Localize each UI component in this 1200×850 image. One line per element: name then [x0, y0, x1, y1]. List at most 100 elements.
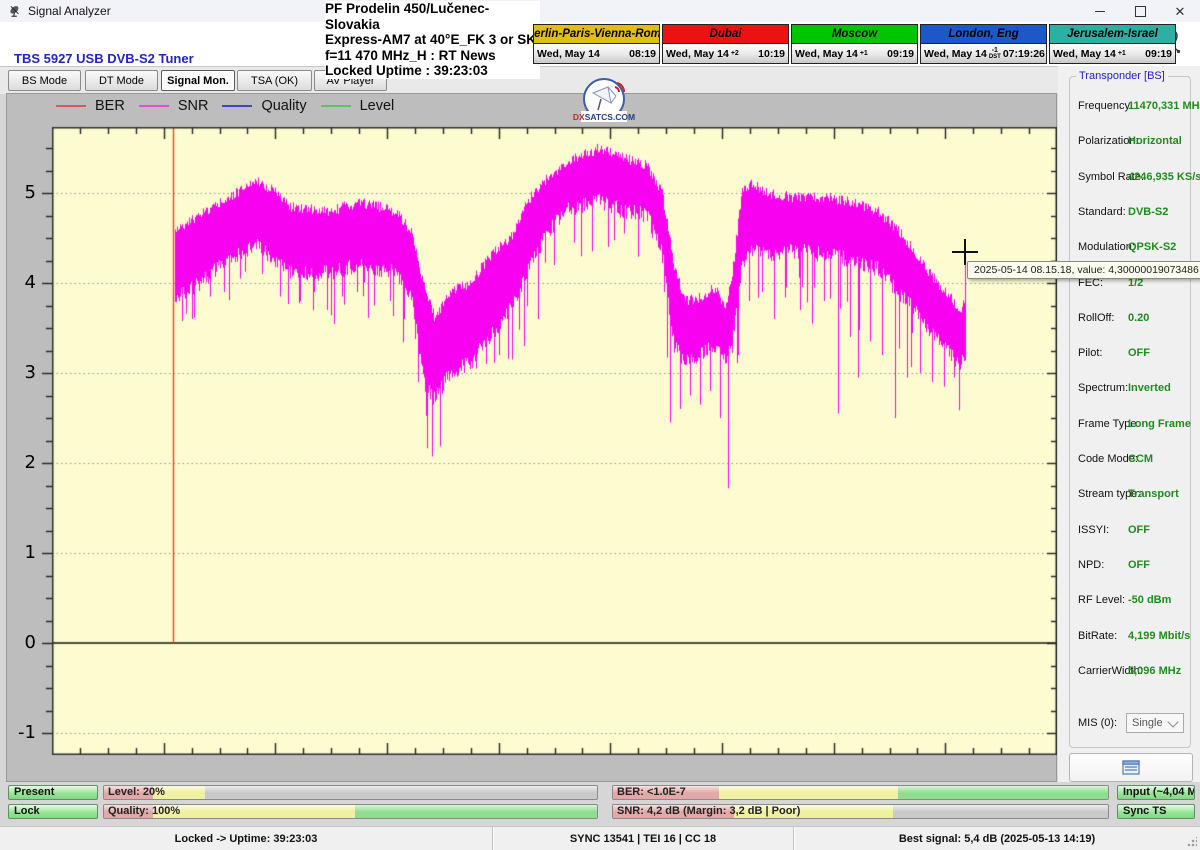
status-best-signal: Best signal: 5,4 dB (2025-05-13 14:19): [793, 827, 1200, 850]
transponder-value: Horizontal: [1128, 135, 1182, 147]
signal-analyzer-window: Signal Analyzer ✕ TBS 5927 USB DVB-S2 Tu…: [0, 0, 1200, 850]
offset-label: DST: [989, 54, 1001, 60]
clock-city-label: Moscow: [792, 25, 917, 44]
station-title-line1: PF Prodelin 450/Lučenec-Slovakia: [325, 1, 540, 32]
stream-list-button[interactable]: [1069, 753, 1193, 782]
indicator-present: Present: [8, 785, 98, 800]
legend-item-snr: SNR: [139, 98, 209, 114]
clock-datetime: Wed, May 14-1DST07:19:26: [921, 44, 1046, 63]
clock-date: Wed, May 14: [795, 48, 858, 60]
transponder-label: Spectrum:: [1078, 382, 1128, 394]
close-button[interactable]: ✕: [1160, 0, 1200, 22]
tab-tsa-ok-[interactable]: TSA (OK): [237, 70, 312, 91]
clock-datetime: Wed, May 14+2 10:19: [663, 44, 788, 63]
clock-time: 10:19: [758, 48, 785, 60]
legend-item-ber: BER: [56, 98, 125, 114]
signal-trend-chart[interactable]: [40, 121, 1057, 761]
status-bar: Locked -> Uptime: 39:23:03 SYNC 13541 | …: [0, 826, 1200, 850]
offset-value: +2: [731, 51, 739, 57]
transponder-title: Transponder [BS]: [1076, 70, 1168, 82]
clock-date: Wed, May 14: [666, 48, 729, 60]
transponder-value: 4,199 Mbit/s: [1128, 630, 1190, 642]
station-title-line4: Locked Uptime : 39:23:03: [325, 63, 540, 79]
window-titlebar: Signal Analyzer ✕: [0, 0, 1200, 22]
station-title-line3: f=11 470 MHz_H : RT News: [325, 48, 540, 64]
close-icon: ✕: [1175, 5, 1186, 18]
transponder-value: -50 dBm: [1128, 594, 1171, 606]
bar-label-ber: BER: <1.0E-7: [617, 786, 686, 800]
y-tick-label: 5: [0, 182, 36, 203]
bar-level: Level: 20%: [103, 785, 598, 800]
offset-value: +1: [1118, 51, 1126, 57]
clock-jerusalem-israel: Jerusalem-IsraelWed, May 14+109:19: [1049, 24, 1176, 64]
status-sync-counters: SYNC 13541 | TEI 16 | CC 18: [492, 827, 793, 850]
clock-dubai: Dubai Wed, May 14+2 10:19: [662, 24, 789, 64]
svg-text:DXSATCS.COM: DXSATCS.COM: [573, 112, 635, 122]
y-tick-label: 3: [0, 362, 36, 383]
transponder-value: Inverted: [1128, 382, 1171, 394]
transponder-panel: Transponder [BS] Frequency:11470,331 MHz…: [1058, 66, 1200, 782]
legend-item-quality: Quality: [222, 98, 306, 114]
bar-quality: Quality: 100%: [103, 804, 598, 819]
transponder-value: OFF: [1128, 524, 1150, 536]
mis-row: MIS (0): Single: [1070, 713, 1190, 735]
transponder-value: 5,096 MHz: [1128, 665, 1181, 677]
transponder-value: QPSK-S2: [1128, 241, 1176, 253]
mis-dropdown[interactable]: Single: [1126, 713, 1184, 733]
y-tick-label: 2: [0, 452, 36, 473]
resize-grip[interactable]: [1187, 837, 1197, 847]
maximize-button[interactable]: [1120, 0, 1160, 22]
transponder-label: Frequency:: [1078, 100, 1133, 112]
clock-city-label: Dubai: [663, 25, 788, 44]
bar-label-quality: Quality: 100%: [108, 805, 180, 819]
clock-date: Wed, May 14: [924, 48, 987, 60]
tab-bs-mode[interactable]: BS Mode: [8, 70, 81, 91]
legend-swatch-quality: [222, 105, 252, 107]
window-title: Signal Analyzer: [28, 4, 111, 18]
clock-berlin-paris-vienna-roma: Berlin-Paris-Vienna-RomaWed, May 1408:19: [533, 24, 660, 64]
station-title-line2: Express-AM7 at 40°E_FK 3 or SK: [325, 32, 540, 48]
bar-label-level: Level: 20%: [108, 786, 165, 800]
clock-utc-offset: -1DST: [989, 48, 1001, 60]
clock-datetime: Wed, May 14+109:19: [1050, 44, 1175, 63]
list-icon: [1122, 760, 1140, 775]
bar-ber: BER: <1.0E-7: [612, 785, 1109, 800]
transponder-value: 4246,935 KS/s: [1128, 171, 1200, 183]
y-tick-label: -1: [0, 722, 36, 743]
clock-datetime: Wed, May 14+1 09:19: [792, 44, 917, 63]
station-title: PF Prodelin 450/Lučenec-Slovakia Express…: [325, 1, 540, 79]
transponder-value: OFF: [1128, 559, 1150, 571]
transponder-label: BitRate:: [1078, 630, 1117, 642]
offset-value: +1: [860, 51, 868, 57]
tab-signal-mon-[interactable]: Signal Mon.: [161, 70, 235, 91]
clock-moscow: Moscow Wed, May 14+1 09:19: [791, 24, 918, 64]
transponder-label: ISSYI:: [1078, 524, 1109, 536]
minimize-button[interactable]: [1080, 0, 1120, 22]
tab-dt-mode[interactable]: DT Mode: [85, 70, 158, 91]
indicator-input-mbps-: Input (~4,04 Mbps): [1117, 785, 1195, 800]
legend-item-level: Level: [321, 98, 395, 114]
indicator-sync-ts: Sync TS: [1117, 804, 1195, 819]
clock-utc-offset: +2: [731, 51, 739, 57]
tuner-name: TBS 5927 USB DVB-S2 Tuner: [14, 51, 194, 66]
clock-datetime: Wed, May 1408:19: [534, 44, 659, 63]
transponder-value: Long Frame: [1128, 418, 1191, 430]
bar-snr: SNR: 4,2 dB (Margin: 3,2 dB | Poor): [612, 804, 1109, 819]
clock-time: 07:19:26: [1003, 48, 1045, 60]
logo-rest-text: SATCS.COM: [585, 112, 635, 122]
clock-utc-offset: +1: [1118, 51, 1126, 57]
clock-time: 09:19: [887, 48, 914, 60]
clock-time: 08:19: [629, 48, 656, 60]
dxsatcs-logo: DXSATCS.COM: [571, 77, 637, 132]
mis-selected-value: Single: [1127, 717, 1169, 729]
transponder-label: Standard:: [1078, 206, 1126, 218]
clock-city-label: Jerusalem-Israel: [1050, 25, 1175, 44]
clock-london-eng: London, EngWed, May 14-1DST07:19:26: [920, 24, 1047, 64]
y-tick-label: 1: [0, 542, 36, 563]
clock-time: 09:19: [1145, 48, 1172, 60]
logo-dx-text: DX: [573, 112, 585, 122]
y-tick-label: 4: [0, 272, 36, 293]
transponder-value: DVB-S2: [1128, 206, 1168, 218]
transponder-value: OFF: [1128, 347, 1150, 359]
world-clocks: Berlin-Paris-Vienna-RomaWed, May 1408:19…: [533, 24, 1176, 64]
